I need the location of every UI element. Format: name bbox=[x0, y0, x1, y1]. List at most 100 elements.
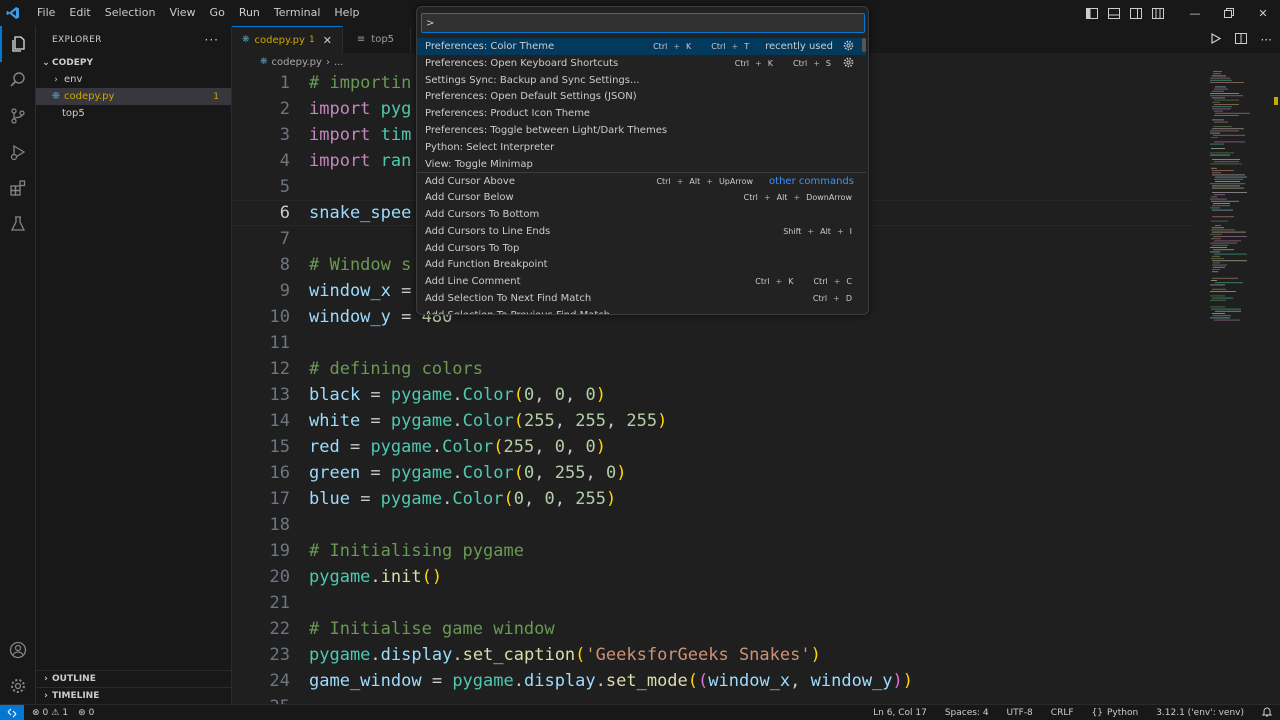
menu-terminal[interactable]: Terminal bbox=[267, 0, 328, 26]
run-python-file-icon[interactable] bbox=[1210, 32, 1221, 47]
customize-layout-icon[interactable] bbox=[1148, 0, 1168, 26]
code-line[interactable]: 16 green = pygame.Color(0, 255, 0) bbox=[232, 460, 1192, 486]
minimap[interactable] bbox=[1210, 71, 1272, 341]
toggle-primary-sidebar-icon[interactable] bbox=[1082, 0, 1102, 26]
workspace-root[interactable]: ⌄ CODEPY bbox=[36, 54, 231, 71]
remote-indicator-icon[interactable] bbox=[0, 704, 24, 720]
configure-keybinding-gear-icon[interactable] bbox=[843, 57, 854, 70]
code-token: 0 bbox=[605, 463, 617, 483]
code-line[interactable]: 11 bbox=[232, 330, 1192, 356]
indentation[interactable]: Spaces: 4 bbox=[945, 708, 989, 718]
command-item[interactable]: Add Function Breakpoint bbox=[417, 256, 866, 273]
code-token: , bbox=[554, 411, 576, 431]
cursor-position[interactable]: Ln 6, Col 17 bbox=[873, 708, 927, 718]
more-actions-icon[interactable]: ··· bbox=[205, 33, 219, 47]
command-item[interactable]: View: Toggle Minimap bbox=[417, 156, 866, 173]
editor-scrollbar[interactable] bbox=[1272, 71, 1280, 704]
more-actions-icon[interactable]: ··· bbox=[1261, 33, 1272, 47]
chevron-right-icon: › bbox=[54, 74, 58, 85]
command-item[interactable]: Preferences: Toggle between Light/Dark T… bbox=[417, 122, 866, 139]
maximize-button[interactable] bbox=[1212, 0, 1246, 26]
command-item[interactable]: Preferences: Product Icon Theme bbox=[417, 105, 866, 122]
minimap-line bbox=[1212, 187, 1244, 189]
run-debug-icon[interactable] bbox=[0, 134, 36, 170]
tree-item-top5[interactable]: top5 bbox=[36, 105, 231, 122]
code-line[interactable]: 12 # defining colors bbox=[232, 356, 1192, 382]
minimap-line bbox=[1213, 315, 1231, 317]
command-item[interactable]: Settings Sync: Backup and Sync Settings.… bbox=[417, 72, 866, 89]
code-line[interactable]: 17 blue = pygame.Color(0, 0, 255) bbox=[232, 486, 1192, 512]
code-text: black = pygame.Color(0, 0, 0) bbox=[309, 385, 606, 405]
command-item[interactable]: Add Selection To Next Find Match Ctrl + D bbox=[417, 290, 866, 307]
code-text: # importin bbox=[309, 73, 411, 93]
menu-view[interactable]: View bbox=[162, 0, 202, 26]
problems-indicator[interactable]: ⊗ 0 ⚠ 1 bbox=[32, 708, 68, 718]
command-item[interactable]: Add Cursors to Line Ends Shift + Alt + I bbox=[417, 223, 866, 240]
code-line[interactable]: 15 red = pygame.Color(255, 0, 0) bbox=[232, 434, 1192, 460]
code-line[interactable]: 14 white = pygame.Color(255, 255, 255) bbox=[232, 408, 1192, 434]
timeline-section[interactable]: › TIMELINE bbox=[36, 687, 231, 704]
command-item[interactable]: Add Line Comment Ctrl + K Ctrl + C bbox=[417, 273, 866, 290]
close-icon[interactable]: ✕ bbox=[323, 34, 332, 47]
code-line[interactable]: 20 pygame.init() bbox=[232, 564, 1192, 590]
command-label: Add Cursors to Line Ends bbox=[425, 225, 551, 237]
command-item[interactable]: Add Selection To Previous Find Match bbox=[417, 307, 866, 314]
testing-flask-icon[interactable] bbox=[0, 206, 36, 242]
split-editor-icon[interactable] bbox=[1234, 32, 1247, 47]
tree-item-codepy[interactable]: ❋ codepy.py 1 bbox=[36, 88, 231, 105]
code-line[interactable]: 19 # Initialising pygame bbox=[232, 538, 1192, 564]
manage-gear-icon[interactable] bbox=[0, 668, 36, 704]
command-item[interactable]: Preferences: Open Default Settings (JSON… bbox=[417, 88, 866, 105]
minimize-button[interactable]: — bbox=[1178, 0, 1212, 26]
other-commands-link[interactable]: other commands bbox=[769, 176, 854, 187]
end-of-line[interactable]: CRLF bbox=[1051, 708, 1074, 718]
breadcrumb-file[interactable]: codepy.py bbox=[272, 57, 322, 68]
command-item[interactable]: Add Cursor Above Ctrl + Alt + UpArrow other co… bbox=[417, 172, 866, 189]
command-item[interactable]: Preferences: Color Theme Ctrl + K Ctrl + Trece… bbox=[417, 38, 866, 55]
command-item[interactable]: Add Cursors To Bottom bbox=[417, 206, 866, 223]
python-interpreter[interactable]: 3.12.1 ('env': venv) bbox=[1156, 708, 1244, 718]
language-mode[interactable]: {} Python bbox=[1092, 708, 1139, 718]
outline-section[interactable]: › OUTLINE bbox=[36, 670, 231, 687]
menu-go[interactable]: Go bbox=[203, 0, 232, 26]
code-line[interactable]: 22 # Initialise game window bbox=[232, 616, 1192, 642]
command-item[interactable]: Python: Select Interpreter bbox=[417, 139, 866, 156]
code-line[interactable]: 21 bbox=[232, 590, 1192, 616]
command-palette-input[interactable] bbox=[421, 13, 865, 33]
explorer-icon[interactable] bbox=[0, 26, 36, 62]
source-control-icon[interactable] bbox=[0, 98, 36, 134]
menu-selection[interactable]: Selection bbox=[98, 0, 163, 26]
command-item[interactable]: Add Cursor Below Ctrl + Alt + DownArrow bbox=[417, 189, 866, 206]
menu-help[interactable]: Help bbox=[327, 0, 366, 26]
code-line[interactable]: 18 bbox=[232, 512, 1192, 538]
extensions-icon[interactable] bbox=[0, 170, 36, 206]
menu-file[interactable]: File bbox=[30, 0, 62, 26]
command-item[interactable]: Add Cursors To Top bbox=[417, 240, 866, 257]
configure-keybinding-gear-icon[interactable] bbox=[843, 40, 854, 53]
notifications-bell-icon[interactable] bbox=[1261, 706, 1273, 720]
code-token: ( bbox=[575, 645, 586, 665]
toggle-secondary-sidebar-icon[interactable] bbox=[1126, 0, 1146, 26]
code-line[interactable]: 25 bbox=[232, 694, 1192, 704]
ports-count: 0 bbox=[88, 707, 95, 718]
breadcrumb-more[interactable]: ... bbox=[334, 57, 344, 68]
tab-codepy[interactable]: ❋ codepy.py 1 ✕ bbox=[232, 26, 343, 53]
toggle-panel-icon[interactable] bbox=[1104, 0, 1124, 26]
encoding[interactable]: UTF-8 bbox=[1007, 708, 1033, 718]
tab-top5[interactable]: ≡ top5 bbox=[343, 26, 412, 53]
ports-indicator[interactable]: ⊛ 0 bbox=[78, 708, 94, 718]
menu-run[interactable]: Run bbox=[232, 0, 267, 26]
code-token: blue bbox=[309, 489, 350, 509]
accounts-icon[interactable] bbox=[0, 632, 36, 668]
command-keybinding: Ctrl + Alt + DownArrow bbox=[743, 193, 852, 203]
search-icon[interactable] bbox=[0, 62, 36, 98]
close-window-button[interactable]: ✕ bbox=[1246, 0, 1280, 26]
code-line[interactable]: 24 game_window = pygame.display.set_mode(… bbox=[232, 668, 1192, 694]
command-item[interactable]: Preferences: Open Keyboard Shortcuts Ctrl… bbox=[417, 55, 866, 72]
code-line[interactable]: 13 black = pygame.Color(0, 0, 0) bbox=[232, 382, 1192, 408]
menu-edit[interactable]: Edit bbox=[62, 0, 97, 26]
command-list-scrollbar[interactable] bbox=[862, 38, 866, 52]
tree-item-env[interactable]: › env bbox=[36, 71, 231, 88]
code-line[interactable]: 23 pygame.display.set_caption('GeeksforGe… bbox=[232, 642, 1192, 668]
command-keybinding: Ctrl + D bbox=[812, 294, 852, 303]
